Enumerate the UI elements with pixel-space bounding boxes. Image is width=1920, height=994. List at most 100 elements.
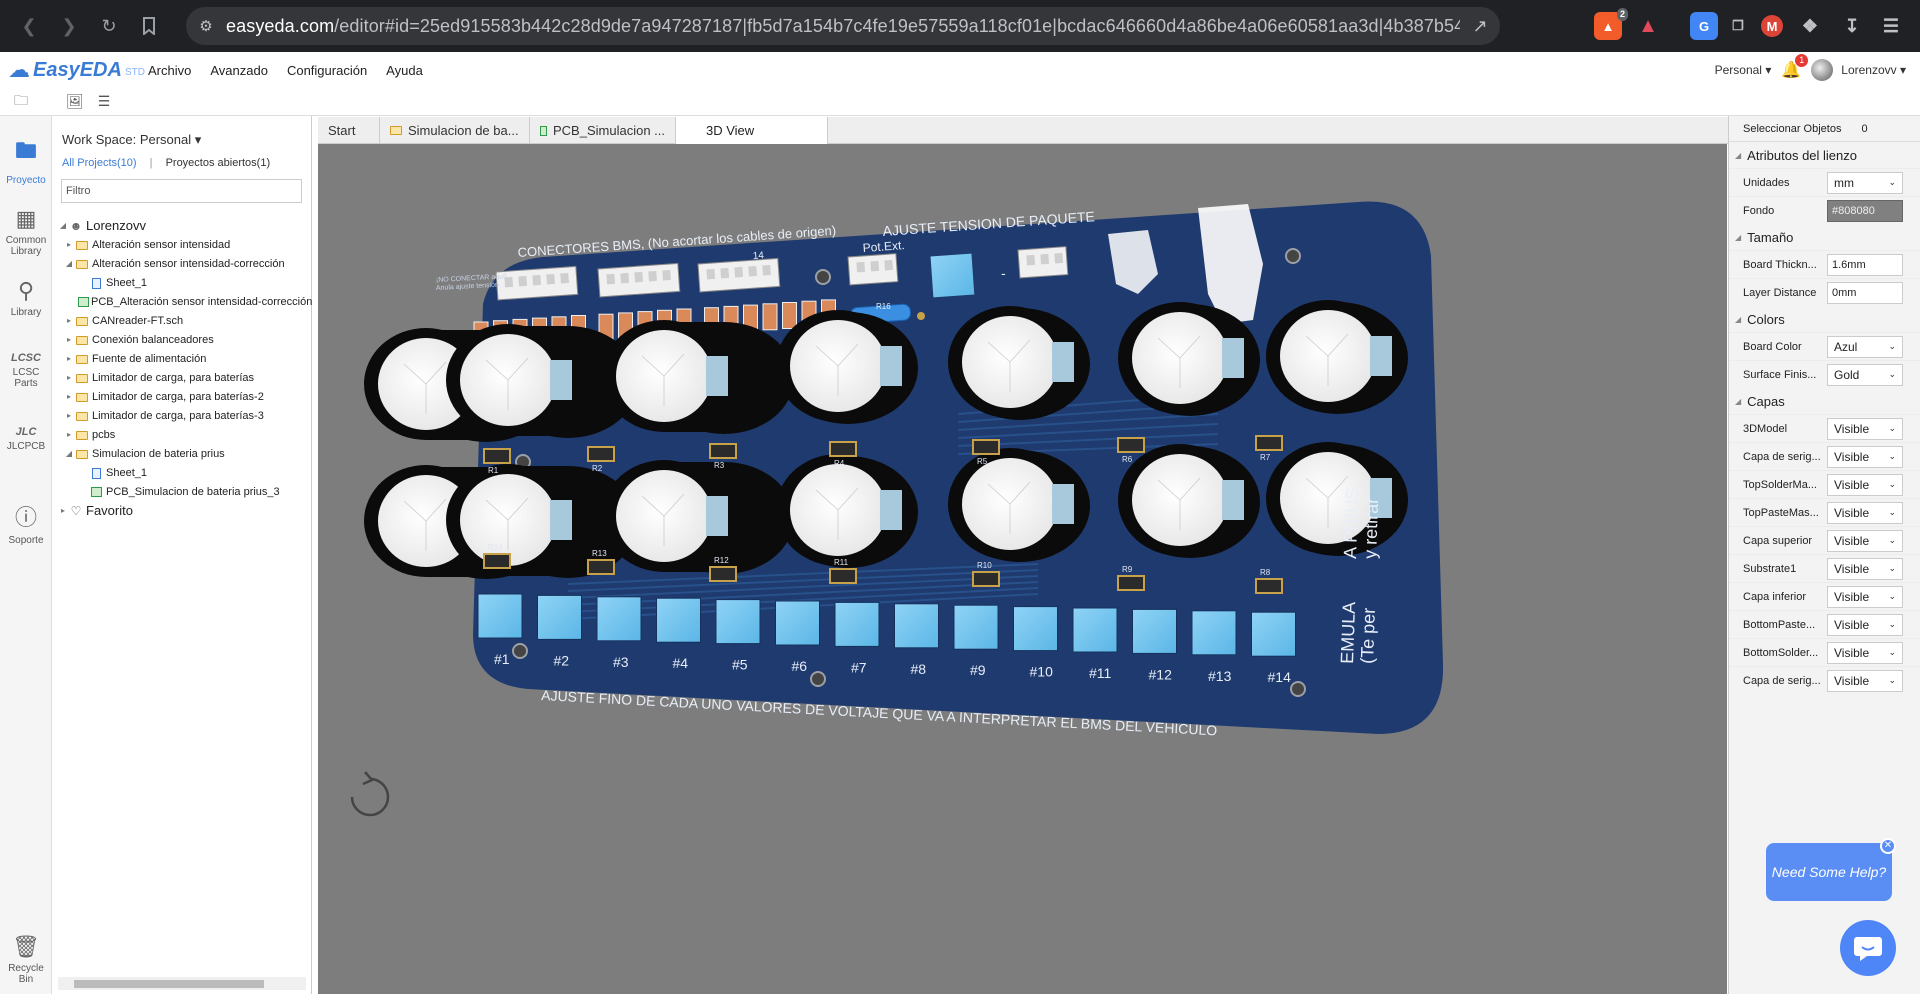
chevron-down-icon: ⌄ [1888, 177, 1896, 187]
tree-document[interactable]: Sheet_1 [58, 273, 312, 292]
need-help-bubble[interactable]: Need Some Help? [1766, 843, 1892, 901]
expand-arrow-icon[interactable]: ▸ [64, 316, 74, 325]
expand-arrow-icon[interactable]: ▸ [64, 354, 74, 363]
tree-project[interactable]: ▸ pcbs [58, 425, 312, 444]
reload-icon[interactable]: ↻ [94, 11, 124, 41]
back-icon[interactable]: ❮ [14, 11, 44, 41]
property-input[interactable]: 0mm [1827, 281, 1903, 304]
property-select[interactable]: Visible ⌄ [1827, 529, 1903, 552]
extensions-icon[interactable]: ❖ [1796, 12, 1824, 40]
collapse-arrow-icon[interactable]: ◢ [64, 259, 74, 268]
notification-bell-icon[interactable]: 🔔 1 [1781, 54, 1809, 80]
nav-lcsc-parts[interactable]: LCSC LCSC Parts [0, 352, 52, 389]
tree-hscrollbar[interactable] [58, 977, 306, 990]
expand-arrow-icon[interactable]: ▸ [64, 430, 74, 439]
collapse-arrow-icon[interactable]: ◢ [64, 449, 74, 458]
property-select[interactable]: Gold ⌄ [1827, 363, 1903, 386]
tab-start[interactable]: Start [318, 117, 380, 144]
tab-pcb[interactable]: PCB_Simulacion ... [530, 117, 676, 144]
menu-configuracion[interactable]: Configuración [287, 63, 367, 78]
close-icon[interactable]: ✕ [1880, 838, 1896, 854]
workspace-selector[interactable]: Work Space: Personal ▾ [62, 132, 201, 148]
property-select[interactable]: Visible ⌄ [1827, 417, 1903, 440]
tab-open-projects[interactable]: Proyectos abiertos(1) [166, 157, 271, 169]
tree-root[interactable]: ◢ ☻ Lorenzovv [58, 216, 312, 235]
expand-arrow-icon[interactable]: ▸ [64, 392, 74, 401]
nav-common-library[interactable]: ▦ Common Library [0, 206, 52, 257]
background-color-picker[interactable]: #808080 [1827, 199, 1903, 222]
section-header[interactable]: ◢ Tamaño [1729, 224, 1920, 250]
tree-project[interactable]: ▸ CANreader-FT.sch [58, 311, 312, 330]
property-select[interactable]: Visible ⌄ [1827, 669, 1903, 692]
property-select[interactable]: Visible ⌄ [1827, 557, 1903, 580]
tab-all-projects[interactable]: All Projects(10) [62, 157, 137, 169]
property-select[interactable]: Visible ⌄ [1827, 613, 1903, 636]
tree-project[interactable]: ▸ Limitador de carga, para baterías [58, 368, 312, 387]
property-select[interactable]: Visible ⌄ [1827, 445, 1903, 468]
bookmark-icon[interactable] [134, 11, 164, 41]
expand-arrow-icon[interactable]: ▸ [64, 373, 74, 382]
extension-copy-icon[interactable]: ❐ [1724, 12, 1752, 40]
share-icon[interactable]: ↗ [1460, 16, 1500, 37]
user-menu[interactable]: Lorenzovv ▾ [1841, 63, 1906, 77]
tab-schematic[interactable]: Simulacion de ba... [380, 117, 530, 144]
folder-icon [74, 371, 90, 385]
tree-favorites[interactable]: ▸ ♡ Favorito [58, 501, 312, 520]
avatar[interactable] [1811, 59, 1834, 81]
brave-shield-icon[interactable]: ▲ 2 [1594, 8, 1628, 40]
open-file-icon[interactable]: 🗀 [14, 90, 28, 114]
menu-icon[interactable]: ☰ [1877, 12, 1905, 40]
tree-document[interactable]: PCB_Simulacion de bateria prius_3 [58, 482, 312, 501]
mega-icon[interactable]: M [1761, 15, 1783, 37]
menu-ayuda[interactable]: Ayuda [386, 63, 423, 78]
section-header[interactable]: ◢ Capas [1729, 388, 1920, 414]
property-select[interactable]: Visible ⌄ [1827, 501, 1903, 524]
section-header[interactable]: ◢ Atributos del lienzo [1729, 142, 1920, 168]
expand-arrow-icon[interactable]: ▸ [58, 506, 68, 515]
tree-project[interactable]: ◢ Simulacion de bateria prius [58, 444, 312, 463]
property-select[interactable]: mm ⌄ [1827, 171, 1903, 194]
download-icon[interactable]: ↧ [1838, 12, 1866, 40]
tree-project[interactable]: ▸ Conexión balanceadores [58, 330, 312, 349]
property-select[interactable]: Visible ⌄ [1827, 641, 1903, 664]
nav-soporte[interactable]: ⓘ Soporte [0, 500, 52, 546]
workspace-dropdown[interactable]: Personal ▾ [1715, 63, 1772, 77]
filter-input[interactable] [61, 179, 302, 203]
nav-jlcpcb[interactable]: JLC JLCPCB [0, 426, 52, 452]
tree-project[interactable]: ▸ Limitador de carga, para baterías-2 [58, 387, 312, 406]
menu-archivo[interactable]: Archivo [148, 63, 191, 78]
tree-project[interactable]: ▸ Limitador de carga, para baterías-3 [58, 406, 312, 425]
property-select[interactable]: Visible ⌄ [1827, 473, 1903, 496]
tab-3d-view[interactable]: 3D View [676, 117, 828, 144]
property-select[interactable]: Visible ⌄ [1827, 585, 1903, 608]
image-icon[interactable]: 🖼 [66, 93, 84, 110]
chat-icon[interactable] [1840, 920, 1896, 976]
tree-document[interactable]: PCB_Alteración sensor intensidad-correcc… [58, 292, 312, 311]
layers-icon[interactable]: ☰ [98, 93, 111, 110]
tree-document[interactable]: Sheet_1 [58, 463, 312, 482]
nav-library[interactable]: ⚲ Library [0, 278, 52, 318]
tree-project[interactable]: ▸ Fuente de alimentación [58, 349, 312, 368]
rotate-view-icon[interactable] [350, 771, 390, 817]
nav-recycle-bin[interactable]: 🗑 Recycle Bin [0, 934, 52, 985]
tree-project[interactable]: ▸ Alteración sensor intensidad [58, 235, 312, 254]
smd-resistor [587, 559, 615, 575]
menu-avanzado[interactable]: Avanzado [210, 63, 268, 78]
expand-arrow-icon[interactable]: ▸ [64, 411, 74, 420]
site-settings-icon[interactable]: ⚙ [186, 17, 226, 35]
property-select[interactable]: Azul ⌄ [1827, 335, 1903, 358]
forward-icon[interactable]: ❯ [54, 11, 84, 41]
property-input[interactable]: 1.6mm [1827, 253, 1903, 276]
expand-arrow-icon[interactable]: ▸ [64, 335, 74, 344]
address-bar[interactable]: ⚙ easyeda.com/editor#id=25ed915583b442c2… [186, 7, 1500, 45]
expand-arrow-icon[interactable]: ▸ [64, 240, 74, 249]
tree-project[interactable]: ◢ Alteración sensor intensidad-corrección [58, 254, 312, 273]
pcb-3d-render[interactable]: R1 R2 R3 R4 R5 R6 R7 R14 R13 R12 R11 R10 R9 R8 #1 #2 #3 #… [318, 144, 1727, 994]
easyeda-logo[interactable]: ☁ EasyEDA STD [0, 57, 148, 83]
translate-icon[interactable]: G [1690, 12, 1718, 40]
section-header[interactable]: ◢ Colors [1729, 306, 1920, 332]
nav-proyecto[interactable]: 🖿 Proyecto [0, 134, 52, 186]
3d-viewport[interactable]: R1 R2 R3 R4 R5 R6 R7 R14 R13 R12 R11 R10 R9 R8 #1 #2 #3 #… [318, 144, 1727, 994]
expand-arrow-icon[interactable]: ◢ [58, 221, 68, 230]
rewards-icon[interactable]: ▲ [1634, 12, 1662, 40]
